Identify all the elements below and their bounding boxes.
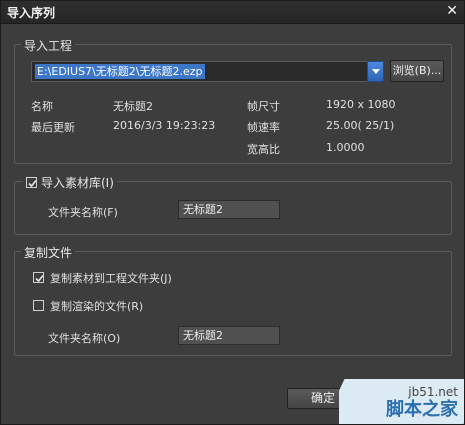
aspect-label: 宽高比 — [247, 143, 280, 156]
copy-clips-label: 复制素材到工程文件夹(J) — [50, 272, 172, 285]
project-path-combobox[interactable]: E:\EDIUS7\无标题2\无标题2.ezp — [31, 61, 369, 82]
bin-folder-label: 文件夹名称(F) — [48, 206, 118, 219]
copy-folder-input[interactable]: 无标题2 — [178, 326, 280, 345]
browse-button[interactable]: 浏览(B)... — [390, 60, 444, 82]
copy-rendered-checkbox[interactable] — [33, 300, 44, 311]
bin-folder-input[interactable]: 无标题2 — [178, 200, 280, 219]
close-icon[interactable]: ✕ — [446, 3, 458, 19]
import-bin-checkbox[interactable] — [26, 177, 37, 188]
import-bin-label: 导入素材库(I) — [41, 176, 114, 190]
project-path-value: E:\EDIUS7\无标题2\无标题2.ezp — [35, 64, 205, 79]
copy-folder-label: 文件夹名称(O) — [48, 332, 121, 345]
watermark-brand: 脚本之家 — [386, 399, 458, 420]
check-icon — [28, 179, 37, 188]
name-value: 无标题2 — [113, 100, 153, 113]
copy-rendered-label: 复制渲染的文件(R) — [50, 300, 144, 313]
import-bin-legend: 导入素材库(I) — [23, 174, 117, 191]
aspect-value: 1.0000 — [326, 141, 365, 154]
updated-label: 最后更新 — [31, 121, 75, 134]
frame-rate-value: 25.00( 25/1) — [326, 119, 395, 132]
chevron-down-icon — [372, 69, 380, 74]
frame-size-value: 1920 x 1080 — [326, 98, 396, 111]
updated-value: 2016/3/3 19:23:23 — [113, 119, 216, 132]
name-label: 名称 — [31, 100, 53, 113]
path-dropdown-button[interactable] — [367, 61, 384, 82]
site-watermark: jb51.net 脚本之家 — [339, 379, 464, 424]
check-icon — [35, 274, 44, 283]
copy-files-group: 复制文件 复制素材到工程文件夹(J) 复制渲染的文件(R) 文件夹名称(O) 无… — [14, 244, 452, 356]
copy-files-legend: 复制文件 — [21, 244, 76, 261]
title-bar: 导入序列 ✕ — [1, 1, 464, 24]
frame-size-label: 帧尺寸 — [247, 100, 280, 113]
frame-rate-label: 帧速率 — [247, 121, 280, 134]
import-sequence-dialog: 导入序列 ✕ 导入工程 E:\EDIUS7\无标题2\无标题2.ezp 浏览(B… — [0, 0, 465, 425]
import-project-legend: 导入工程 — [21, 37, 76, 54]
copy-clips-checkbox[interactable] — [33, 272, 44, 283]
import-bin-group: 导入素材库(I) 文件夹名称(F) 无标题2 — [14, 174, 452, 235]
dialog-title: 导入序列 — [7, 6, 56, 20]
import-project-group: 导入工程 E:\EDIUS7\无标题2\无标题2.ezp 浏览(B)... 名称… — [14, 37, 452, 164]
